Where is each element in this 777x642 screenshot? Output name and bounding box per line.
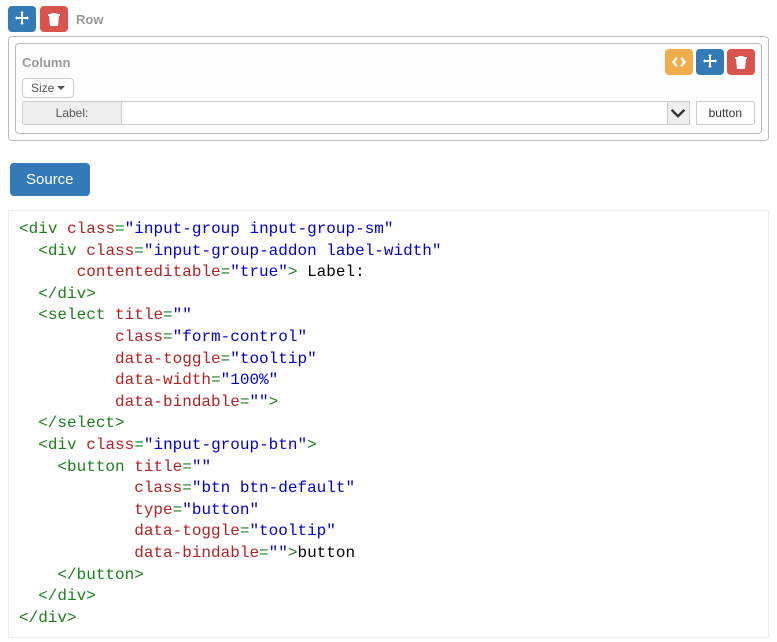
move-icon bbox=[14, 11, 30, 27]
column-container: Column Size Label: bbox=[15, 43, 762, 134]
chevron-down-icon bbox=[670, 105, 686, 121]
delete-row-button[interactable] bbox=[40, 6, 68, 32]
row-label: Row bbox=[76, 12, 103, 27]
size-label: Size bbox=[31, 81, 54, 95]
addon-button[interactable]: button bbox=[696, 101, 755, 125]
delete-column-button[interactable] bbox=[727, 49, 755, 75]
move-icon bbox=[702, 54, 718, 70]
code-column-button[interactable] bbox=[665, 49, 693, 75]
size-dropdown[interactable]: Size bbox=[22, 78, 74, 98]
trash-icon bbox=[733, 54, 749, 70]
move-column-button[interactable] bbox=[696, 49, 724, 75]
caret-icon bbox=[57, 86, 65, 90]
code-icon bbox=[671, 54, 687, 70]
column-toolbar bbox=[665, 49, 755, 75]
source-code-panel: <div class="input-group input-group-sm" … bbox=[8, 210, 769, 638]
select-field[interactable] bbox=[122, 101, 690, 125]
move-row-button[interactable] bbox=[8, 6, 36, 32]
input-label-addon[interactable]: Label: bbox=[22, 101, 122, 125]
select-caret[interactable] bbox=[667, 102, 689, 124]
row-toolbar: Row bbox=[4, 4, 773, 34]
column-label: Column bbox=[22, 55, 70, 70]
column-header: Column bbox=[22, 49, 755, 75]
trash-icon bbox=[46, 11, 62, 27]
input-group: Label: button bbox=[22, 101, 755, 125]
source-button[interactable]: Source bbox=[10, 163, 90, 196]
row-container: Column Size Label: bbox=[8, 36, 769, 141]
